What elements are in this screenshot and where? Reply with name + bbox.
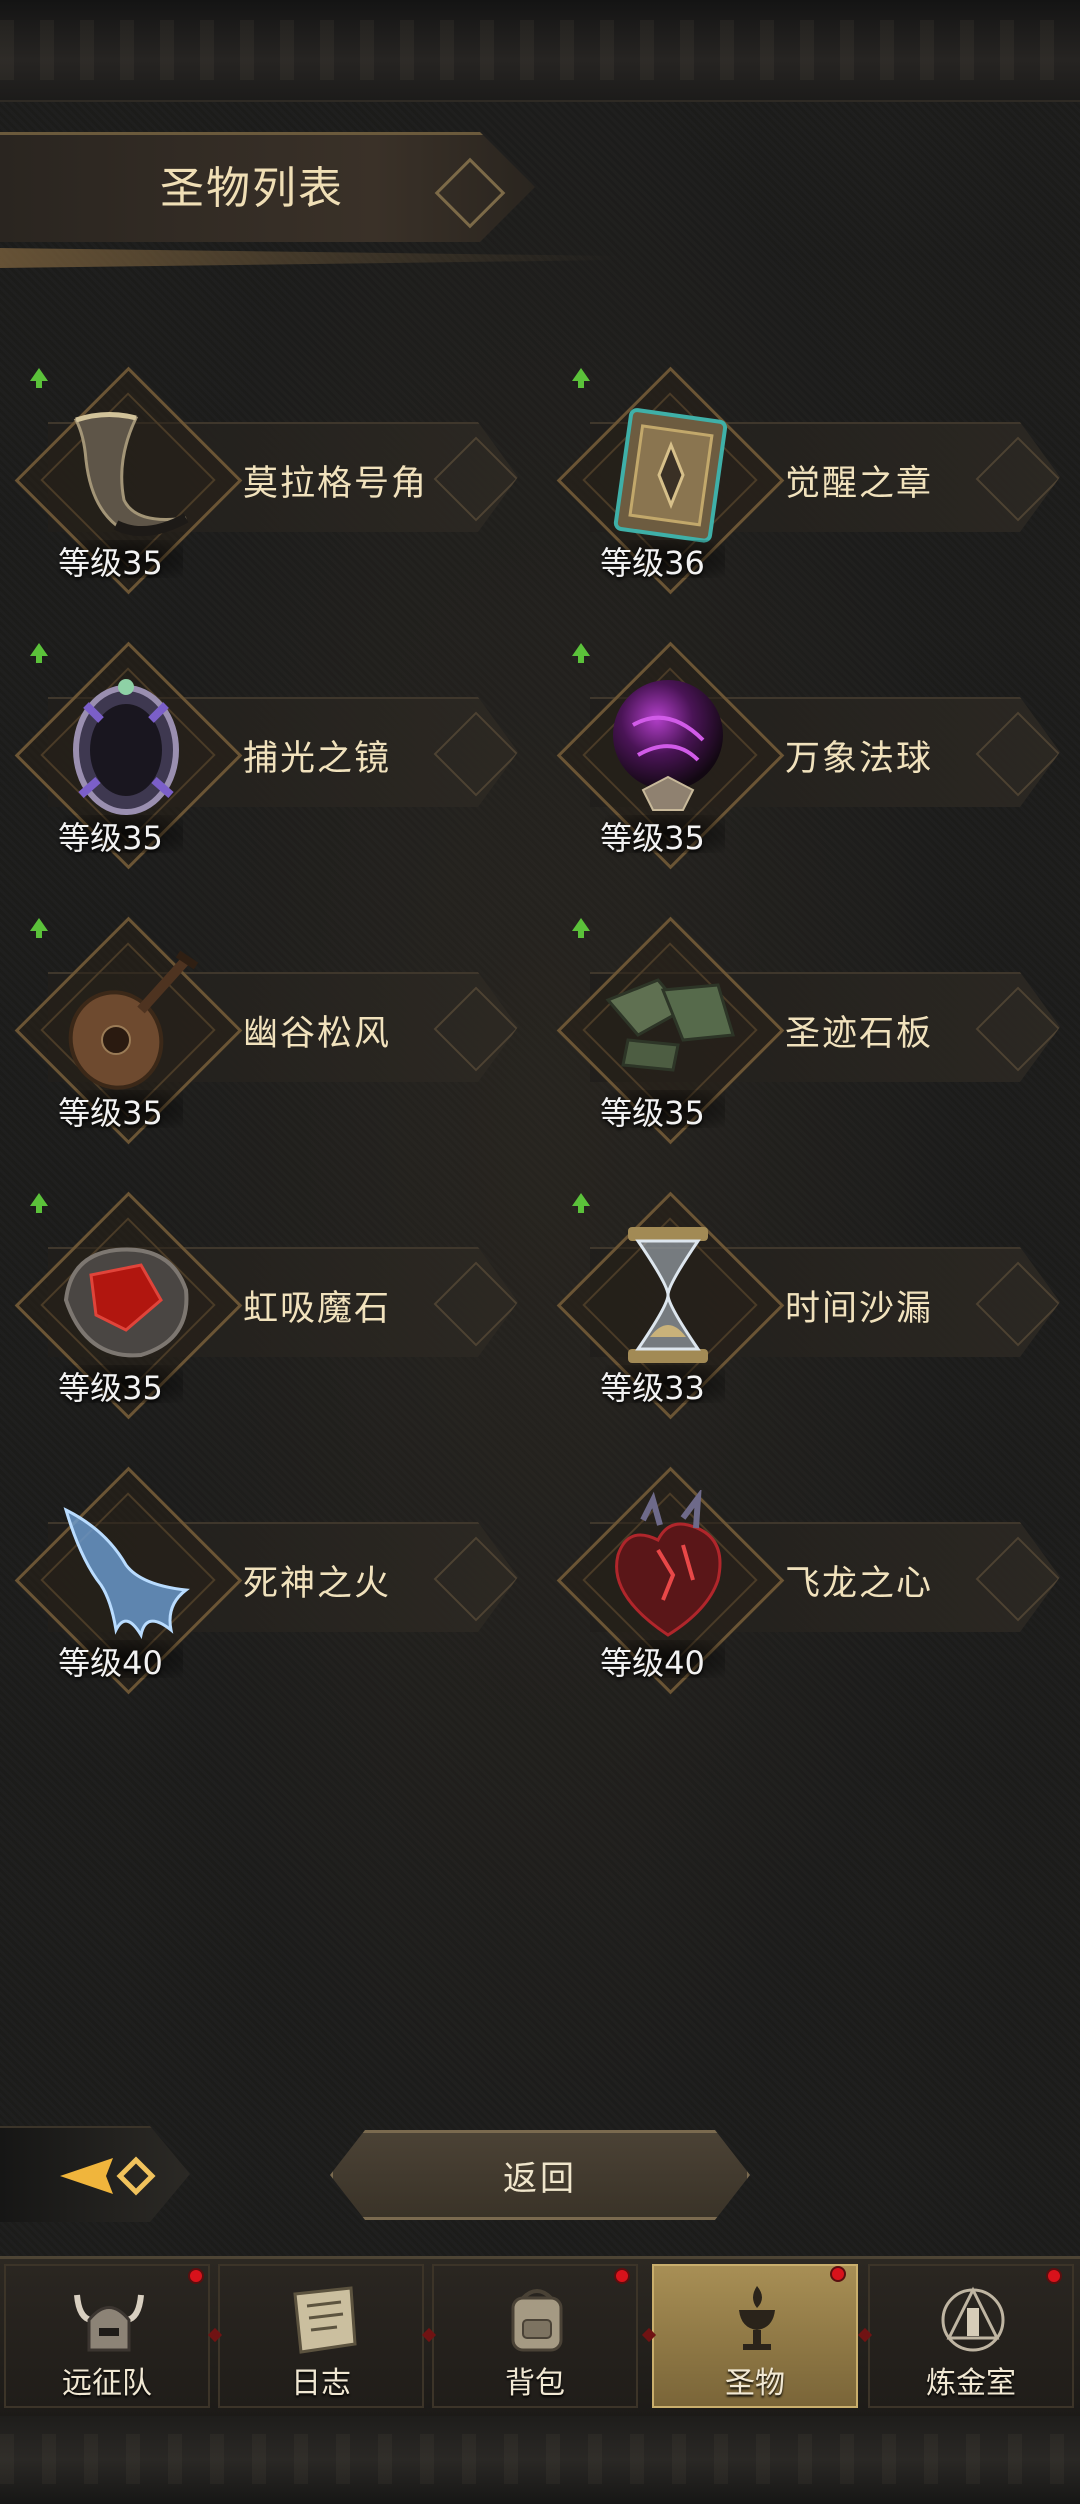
relic-name: 虹吸魔石: [243, 1289, 392, 1329]
chalice-icon: [717, 2280, 797, 2360]
alchemy-icon: [933, 2280, 1013, 2360]
relic-card[interactable]: 死神之火 等级40: [8, 1460, 518, 1695]
relic-card[interactable]: 虹吸魔石 等级35: [8, 1185, 518, 1420]
notification-badge: [1046, 2268, 1062, 2284]
upgrade-arrow-icon: [30, 918, 48, 938]
upgrade-arrow-icon: [30, 368, 48, 388]
relic-level: 等级35: [58, 544, 163, 582]
nav-label: 背包: [505, 2366, 565, 2401]
upgrade-arrow-icon: [572, 643, 590, 663]
relic-level: 等级35: [58, 1094, 163, 1132]
notification-badge: [188, 2268, 204, 2284]
relic-name: 飞龙之心: [785, 1564, 934, 1604]
relic-card[interactable]: 圣迹石板 等级35: [550, 910, 1060, 1145]
nav-tab-journal[interactable]: 日志: [218, 2264, 424, 2408]
upgrade-arrow-icon: [572, 1193, 590, 1213]
stone-tablet-icon: [588, 940, 748, 1100]
return-button[interactable]: 返回: [330, 2130, 750, 2220]
spectral-hand-icon: [46, 1490, 206, 1650]
relic-card[interactable]: 万象法球 等级35: [550, 635, 1060, 870]
relic-level: 等级35: [58, 819, 163, 857]
relic-name: 幽谷松风: [243, 1014, 392, 1054]
backpack-icon: [497, 2280, 577, 2360]
relic-name: 万象法球: [785, 739, 934, 779]
relic-card[interactable]: 飞龙之心 等级40: [550, 1460, 1060, 1695]
relic-name: 莫拉格号角: [243, 464, 429, 504]
relic-name: 觉醒之章: [785, 464, 934, 504]
relic-card[interactable]: 捕光之镜 等级35: [8, 635, 518, 870]
notification-badge: [830, 2266, 846, 2282]
upgrade-arrow-icon: [572, 918, 590, 938]
mirror-icon: [46, 665, 206, 825]
relic-level: 等级36: [600, 544, 705, 582]
nav-label: 日志: [291, 2366, 351, 2401]
nav-label: 远征队: [62, 2366, 152, 2401]
nav-tab-backpack[interactable]: 背包: [432, 2264, 638, 2408]
relic-level: 等级35: [600, 1094, 705, 1132]
notification-badge: [614, 2268, 630, 2284]
siphon-stone-icon: [46, 1215, 206, 1375]
horned-helmet-icon: [69, 2280, 149, 2360]
relic-card[interactable]: 觉醒之章 等级36: [550, 360, 1060, 595]
nav-tab-expedition[interactable]: 远征队: [4, 2264, 210, 2408]
relic-card[interactable]: 莫拉格号角 等级35: [8, 360, 518, 595]
relic-level: 等级35: [600, 819, 705, 857]
relic-name: 捕光之镜: [243, 739, 392, 779]
relic-card[interactable]: 幽谷松风 等级35: [8, 910, 518, 1145]
scroll-icon: [283, 2280, 363, 2360]
page-title: 圣物列表: [160, 163, 344, 214]
lute-icon: [46, 940, 206, 1100]
relic-name: 圣迹石板: [785, 1014, 934, 1054]
tome-icon: [588, 390, 748, 550]
upgrade-arrow-icon: [30, 643, 48, 663]
relic-level: 等级33: [600, 1369, 705, 1407]
relic-name: 死神之火: [243, 1564, 392, 1604]
relic-level: 等级35: [58, 1369, 163, 1407]
hourglass-icon: [588, 1215, 748, 1375]
upgrade-arrow-icon: [572, 368, 590, 388]
arrow-left-icon: [60, 2156, 156, 2196]
top-ornament: [0, 0, 1080, 102]
nav-label: 圣物: [725, 2366, 785, 2401]
dragon-heart-icon: [588, 1490, 748, 1650]
nav-tab-relics[interactable]: 圣物: [652, 2264, 858, 2408]
orb-icon: [588, 665, 748, 825]
relic-card[interactable]: 时间沙漏 等级33: [550, 1185, 1060, 1420]
horn-icon: [46, 390, 206, 550]
relic-name: 时间沙漏: [785, 1289, 934, 1329]
nav-tab-alchemy[interactable]: 炼金室: [868, 2264, 1074, 2408]
upgrade-arrow-icon: [30, 1193, 48, 1213]
nav-label: 炼金室: [926, 2366, 1016, 2401]
relic-level: 等级40: [600, 1644, 705, 1682]
bottom-ornament: [0, 2416, 1080, 2504]
relic-level: 等级40: [58, 1644, 163, 1682]
